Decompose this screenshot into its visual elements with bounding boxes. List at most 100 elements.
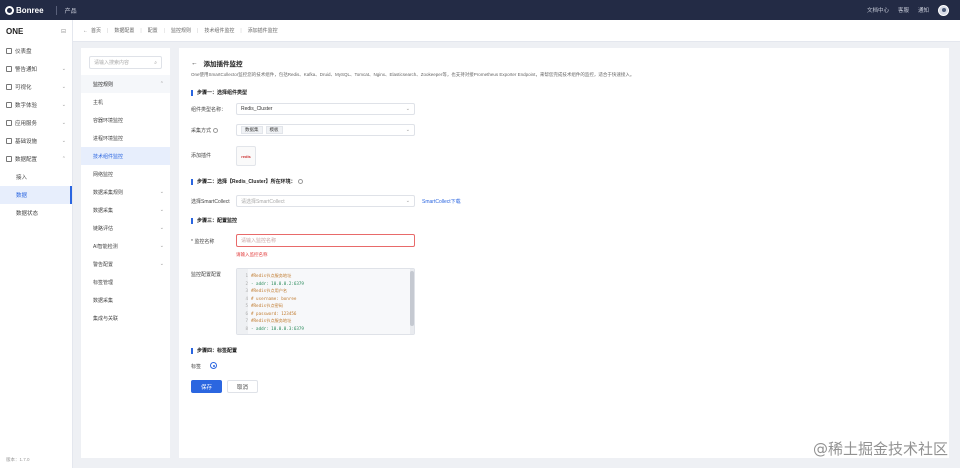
sidebar-title: ONE: [6, 26, 24, 36]
line-number: 4: [245, 295, 248, 301]
sidebar-item-infrastructure[interactable]: 基础设施 ⌄: [0, 132, 72, 150]
code-scrollbar[interactable]: [410, 269, 414, 334]
nav-row-host[interactable]: 主机: [81, 93, 170, 111]
experience-icon: [6, 102, 12, 108]
nav-row-ai-detect[interactable]: AI智能检测 ⌄: [81, 237, 170, 255]
back-arrow-icon[interactable]: ←: [83, 28, 88, 34]
code-line: 3 #Redis节点用户名: [245, 287, 304, 295]
sidebar-item-app-services[interactable]: 应用服务 ⌄: [0, 114, 72, 132]
page-description: One使用SmartCollector监控您的技术组件，包括Redis、Kafk…: [191, 72, 635, 77]
line-number: 3: [245, 288, 248, 293]
code-text: #Redis节点用户名: [251, 288, 288, 293]
top-link-docs[interactable]: 文档中心: [867, 6, 889, 14]
sidebar-item-visualization[interactable]: 可视化 ⌄: [0, 78, 72, 96]
smartcollect-label: 选择SmartCollect: [191, 199, 230, 205]
code-line: 7 #Redis节点服务地址: [245, 317, 304, 325]
code-text: - addr: 10.0.0.3:6379: [251, 325, 304, 331]
nav-row-network[interactable]: 网络监控: [81, 165, 170, 183]
nav-row-tag-manage[interactable]: 标签管理: [81, 273, 170, 291]
code-text: #Redis节点服务地址: [251, 273, 292, 278]
nav-row-label: 容器环境监控: [93, 117, 124, 124]
top-bar: Bonree 产品 文档中心 客服 通知: [0, 0, 960, 20]
product-switcher[interactable]: 产品: [65, 6, 77, 15]
back-arrow-icon[interactable]: ←: [191, 60, 198, 67]
tag-radio[interactable]: [210, 362, 217, 369]
nav-row-label: 进程环境监控: [93, 135, 124, 142]
chevron-down-icon: ⌄: [405, 127, 410, 133]
nav-row-collect[interactable]: 数据采集 ⌄: [81, 201, 170, 219]
breadcrumb-item[interactable]: 首页: [91, 27, 101, 34]
nav-row-label: 主机: [93, 99, 104, 106]
breadcrumb-item[interactable]: 数据配置: [114, 27, 134, 34]
logo[interactable]: Bonree: [5, 5, 44, 15]
info-icon[interactable]: [297, 179, 303, 185]
logo-text: Bonree: [16, 5, 44, 15]
scrollbar-thumb[interactable]: [410, 271, 414, 326]
nav-row-link-eval[interactable]: 链路评估 ⌄: [81, 219, 170, 237]
sidebar-item-experience[interactable]: 数字体验 ⌄: [0, 96, 72, 114]
nav-row-label: 标签管理: [93, 279, 114, 286]
sidebar-header: ONE ⊟: [0, 20, 72, 42]
smartcollect-select[interactable]: 请选择SmartCollect ⌄: [236, 195, 415, 207]
component-type-label: 组件类型名称：: [191, 107, 227, 113]
smartcollect-download-link[interactable]: SmartCollect下载: [422, 198, 461, 205]
sidebar-item-data-config[interactable]: 数据配置 ⌃: [0, 150, 72, 168]
nav-row-integration[interactable]: 集成与关联: [81, 309, 170, 327]
chevron-down-icon: ⌄: [159, 207, 164, 213]
avatar[interactable]: [938, 4, 949, 16]
chevron-down-icon: ⌄: [61, 120, 66, 126]
sidebar-item-alerts[interactable]: 警告通知 ⌄: [0, 60, 72, 78]
collapse-icon[interactable]: ⊟: [61, 28, 66, 35]
nav-row-label: AI智能检测: [93, 243, 118, 250]
chevron-down-icon: ⌄: [61, 102, 66, 108]
config-code-editor[interactable]: 1 #Redis节点服务地址 2- addr: 10.0.0.2:6379 3 #R…: [236, 268, 415, 335]
breadcrumb: ← 首页 | 数据配置 | 配置 | 监控规则 | 技术组件监控 | 添加插件监控: [73, 20, 960, 42]
nav-row-process[interactable]: 进程环境监控: [81, 129, 170, 147]
nav-row-label: 集成与关联: [93, 315, 119, 322]
settings-icon: [6, 156, 12, 162]
cancel-button[interactable]: 取消: [227, 380, 258, 393]
nav-row-collect-rules[interactable]: 数据采集规则 ⌄: [81, 183, 170, 201]
chart-icon: [6, 84, 12, 90]
sidebar-sub-data-status[interactable]: 数据状态: [0, 204, 72, 222]
nav-row-data-collect[interactable]: 数据采集: [81, 291, 170, 309]
monitor-name-label: * 监控名称: [191, 239, 215, 245]
sidebar-item-dashboard[interactable]: 仪表盘: [0, 42, 72, 60]
collect-method-label: 采集方式: [191, 127, 219, 134]
chevron-up-icon: ⌃: [159, 81, 164, 87]
dashboard-icon: [6, 48, 12, 54]
monitor-name-input[interactable]: 请输入监控名称: [236, 234, 415, 247]
collect-method-select[interactable]: 数据集 模板 ⌄: [236, 124, 415, 136]
tag-chip[interactable]: 模板: [265, 126, 283, 134]
code-text: # username: bonree: [251, 295, 297, 301]
nav-row-alert-config[interactable]: 警告配置 ⌄: [81, 255, 170, 273]
breadcrumb-item[interactable]: 配置: [148, 27, 158, 34]
info-icon[interactable]: [213, 128, 219, 134]
main-panel: ← 添加插件监控 One使用SmartCollector监控您的技术组件，包括R…: [179, 48, 949, 458]
sidebar-sub-data[interactable]: 数据: [0, 186, 72, 204]
nav-row-label: 数据采集: [93, 297, 114, 304]
breadcrumb-item[interactable]: 技术组件监控: [204, 27, 234, 34]
alert-icon: [6, 66, 12, 72]
nav-search-input[interactable]: 请输入搜索内容 ⌕: [89, 56, 162, 69]
breadcrumb-item[interactable]: 监控规则: [171, 27, 191, 34]
nav-group-monitor-rules[interactable]: 监控规则 ⌃: [81, 75, 170, 93]
redis-plugin-card[interactable]: redis: [236, 146, 256, 166]
sidebar-item-label: 可视化: [15, 85, 32, 91]
breadcrumb-item-current: 添加插件监控: [247, 28, 278, 34]
code-text: #Redis节点服务地址: [251, 318, 292, 323]
nav-row-tech-component[interactable]: 技术组件监控: [81, 147, 170, 165]
watermark: @稀土掘金技术社区: [812, 440, 948, 458]
top-link-notice[interactable]: 通知: [918, 6, 929, 14]
code-line: 6 # password: 123456: [245, 310, 304, 318]
breadcrumb-separator: |: [240, 27, 242, 34]
secondary-nav: 请输入搜索内容 ⌕ 监控规则 ⌃ 主机 容器环境监控 进程环境监控 技术组件监控 …: [81, 48, 170, 458]
version-label: 版本：1.7.0: [6, 457, 30, 462]
sidebar-sub-access[interactable]: 接入: [0, 168, 72, 186]
step-1-heading: 步骤一：选择组件类型: [191, 90, 247, 96]
save-button[interactable]: 保存: [191, 380, 222, 393]
component-type-select[interactable]: Redis_Cluster ⌄: [236, 103, 415, 115]
top-link-support[interactable]: 客服: [898, 6, 909, 14]
tag-chip[interactable]: 数据集: [241, 126, 263, 134]
nav-row-container[interactable]: 容器环境监控: [81, 111, 170, 129]
